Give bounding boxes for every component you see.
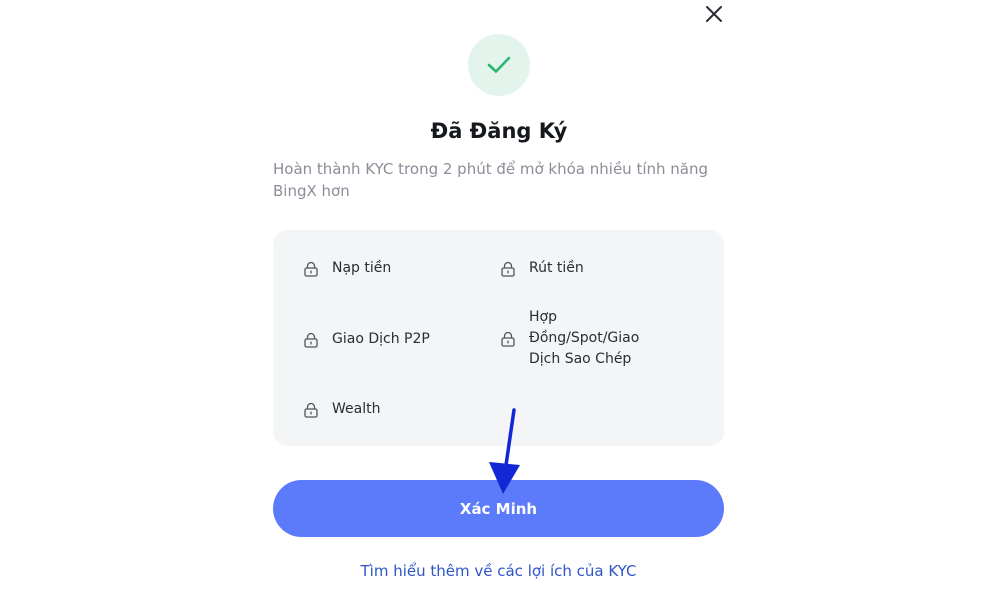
feature-label: Nạp tiền [332, 260, 392, 276]
lock-icon [303, 399, 321, 420]
success-badge [468, 34, 530, 96]
lock-icon [303, 329, 321, 350]
verify-button[interactable]: Xác Minh [273, 480, 724, 537]
kyc-dialog: Đã Đăng Ký Hoàn thành KYC trong 2 phút đ… [0, 0, 1000, 600]
feature-item-deposit: Nạp tiền [303, 258, 391, 279]
feature-label: Rút tiền [529, 260, 584, 276]
feature-item-wealth: Wealth [303, 399, 380, 420]
feature-item-futures-spot-copy: Hợp Đồng/Spot/Giao Dịch Sao Chép [500, 307, 650, 370]
feature-label: Giao Dịch P2P [332, 331, 430, 347]
feature-label: Hợp Đồng/Spot/Giao Dịch Sao Chép [529, 309, 640, 367]
dialog-title: Đã Đăng Ký [430, 119, 568, 143]
dialog-subtitle: Hoàn thành KYC trong 2 phút để mở khóa n… [273, 160, 709, 200]
feature-item-withdraw: Rút tiền [500, 258, 584, 279]
feature-item-p2p: Giao Dịch P2P [303, 329, 430, 350]
feature-label: Wealth [332, 401, 381, 417]
lock-icon [303, 258, 321, 279]
check-icon [487, 56, 511, 73]
close-icon [706, 6, 722, 22]
feature-list: Nạp tiền Rút tiền Giao Dịch P2P Hợp Đồng… [273, 230, 724, 446]
lock-icon [500, 328, 518, 349]
lock-icon [500, 258, 518, 279]
close-button[interactable] [700, 0, 728, 28]
learn-more-kyc-link[interactable]: Tìm hiểu thêm về các lợi ích của KYC [273, 560, 724, 582]
